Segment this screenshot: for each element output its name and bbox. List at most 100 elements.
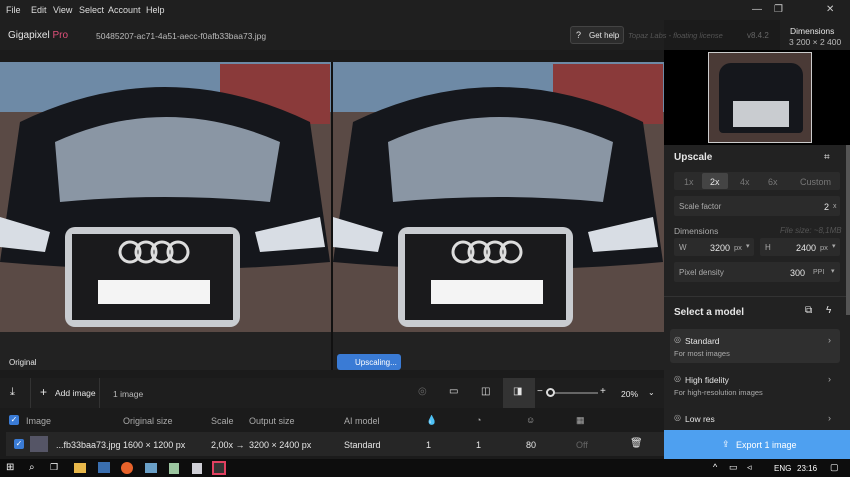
gigapixel-taskbar-icon[interactable]	[212, 461, 226, 475]
scale-2x-active[interactable]: 2x	[702, 173, 728, 189]
scale-6x[interactable]: 6x	[768, 177, 778, 187]
split-view-icon[interactable]: ◫	[481, 386, 490, 397]
width-unit-dropdown-icon[interactable]: ▾	[746, 242, 750, 250]
scale-factor-field[interactable]: Scale factor 2 x	[674, 196, 840, 216]
navigator-thumbnail[interactable]	[708, 52, 812, 143]
col-sharpen-icon: ◔	[476, 415, 482, 425]
row-checkbox[interactable]: ✓	[14, 439, 24, 449]
add-image-button[interactable]: + Add image	[30, 378, 100, 408]
search-icon[interactable]: ⌕	[29, 462, 35, 473]
network-icon[interactable]: ▭	[729, 462, 738, 473]
density-dropdown-icon[interactable]: ▾	[831, 267, 835, 275]
menu-edit[interactable]: Edit	[31, 5, 47, 15]
get-help-button[interactable]: ? Get help	[570, 26, 624, 44]
row-scale: 2,00x →	[211, 440, 245, 450]
clock[interactable]: 23:16	[797, 464, 817, 473]
menu-help[interactable]: Help	[146, 5, 165, 15]
model-hifi-desc: For high-resolution images	[674, 388, 763, 397]
compare-models-icon[interactable]: ⧉	[805, 305, 812, 316]
windows-start-icon[interactable]: ⊞	[6, 462, 14, 473]
restore-icon[interactable]: ❐	[774, 4, 783, 15]
scale-custom[interactable]: Custom	[800, 177, 831, 187]
import-icon[interactable]: ⤓	[10, 386, 15, 399]
task-view-icon[interactable]: ❐	[50, 462, 58, 473]
zoom-in-icon[interactable]: +	[600, 386, 606, 397]
zoom-slider[interactable]	[548, 392, 598, 394]
height-value: 2400	[796, 243, 817, 253]
panel-scrollbar[interactable]	[846, 145, 850, 315]
navigator-grille	[733, 101, 789, 127]
model-lowres-name: Low res	[685, 414, 715, 424]
row-face: 80	[526, 440, 537, 450]
single-view-icon[interactable]: ▭	[449, 386, 458, 397]
app-edition: Pro	[52, 30, 69, 41]
volume-icon[interactable]: ◃	[747, 462, 752, 473]
row-filename: ...fb33baa73.jpg	[56, 440, 121, 450]
height-label: H	[765, 243, 771, 252]
col-output-size[interactable]: Output size	[249, 416, 295, 426]
zoom-out-icon[interactable]: −	[537, 386, 543, 397]
chevron-right-icon: ›	[828, 374, 831, 384]
preview-pane: Upscaling...	[333, 62, 664, 370]
width-field[interactable]: W 3200 px ▾	[674, 238, 754, 256]
original-pane: Original	[0, 62, 331, 370]
export-label: Export 1 image	[736, 440, 797, 450]
trash-icon[interactable]: 🗑	[630, 438, 643, 449]
auto-model-icon[interactable]: ϟ	[826, 305, 831, 316]
pixel-density-field[interactable]: Pixel density 300 PPI ▾	[674, 262, 840, 282]
chevron-right-icon: ›	[828, 413, 831, 423]
menu-select[interactable]: Select	[79, 5, 104, 15]
firefox-icon[interactable]	[121, 462, 133, 474]
model-high-fidelity[interactable]: ◎ High fidelity For high-resolution imag…	[670, 368, 840, 402]
notification-icon[interactable]: ▢	[830, 462, 839, 473]
scale-factor-label: Scale factor	[679, 202, 722, 211]
app-name: Gigapixel Pro	[8, 30, 68, 41]
menu-account[interactable]: Account	[108, 5, 141, 15]
menu-file[interactable]: File	[6, 5, 21, 15]
app-icon-2[interactable]	[169, 463, 179, 474]
app-icon-3[interactable]	[192, 463, 202, 474]
plus-icon: +	[40, 385, 48, 399]
zoom-slider-handle[interactable]	[546, 388, 555, 397]
row-original-size: 1600 × 1200 px	[123, 440, 186, 450]
app-icon-1[interactable]	[145, 463, 157, 473]
crop-icon[interactable]: ◎	[418, 386, 427, 397]
row-denoise: 1	[426, 440, 432, 450]
tray-chevron-icon[interactable]: ^	[713, 462, 717, 472]
dimensions-label: Dimensions	[674, 226, 719, 236]
model-low-res[interactable]: ◎ Low res ›	[670, 407, 840, 429]
model-standard-desc: For most images	[674, 349, 730, 358]
col-image[interactable]: Image	[26, 416, 51, 426]
side-by-side-view-button[interactable]: ◨	[503, 378, 535, 408]
file-explorer-icon[interactable]	[74, 463, 86, 473]
export-button[interactable]: ⇪ Export 1 image	[664, 430, 850, 459]
help-icon: ?	[576, 30, 582, 40]
col-ai-model[interactable]: AI model	[344, 416, 380, 426]
row-model: Standard	[344, 440, 381, 450]
car-image-original	[0, 62, 331, 370]
col-scale[interactable]: Scale	[211, 416, 234, 426]
dimensions-summary: Dimensions 3 200 × 2 400	[780, 20, 850, 50]
select-all-checkbox[interactable]: ✓	[9, 415, 19, 425]
height-field[interactable]: H 2400 px ▾	[760, 238, 840, 256]
menu-bar: File Edit View Select Account Help — ❐ ✕	[0, 0, 850, 20]
minimize-icon[interactable]: —	[752, 4, 762, 15]
model-standard-name: Standard	[685, 336, 720, 346]
model-standard[interactable]: ◎ Standard For most images ›	[670, 329, 840, 363]
col-denoise-icon: 💧	[426, 415, 438, 425]
language-indicator[interactable]: ENG	[774, 464, 791, 473]
row-thumbnail	[30, 436, 48, 452]
menu-view[interactable]: View	[53, 5, 72, 15]
height-unit-dropdown-icon[interactable]: ▾	[832, 242, 836, 250]
image-viewer[interactable]: Original Upscaling...	[0, 62, 664, 370]
pixel-density-label: Pixel density	[679, 268, 724, 277]
col-original-size[interactable]: Original size	[123, 416, 173, 426]
crop-tool-icon[interactable]: ⌗	[824, 152, 830, 163]
table-row[interactable]: ✓ ...fb33baa73.jpg 1600 × 1200 px 2,00x …	[6, 432, 664, 456]
zoom-dropdown-icon[interactable]: ⌄	[648, 388, 655, 397]
scale-1x[interactable]: 1x	[684, 177, 694, 187]
close-icon[interactable]: ✕	[826, 4, 834, 15]
store-icon[interactable]	[98, 462, 110, 473]
scale-4x[interactable]: 4x	[740, 177, 750, 187]
pixel-density-value: 300	[790, 268, 806, 278]
